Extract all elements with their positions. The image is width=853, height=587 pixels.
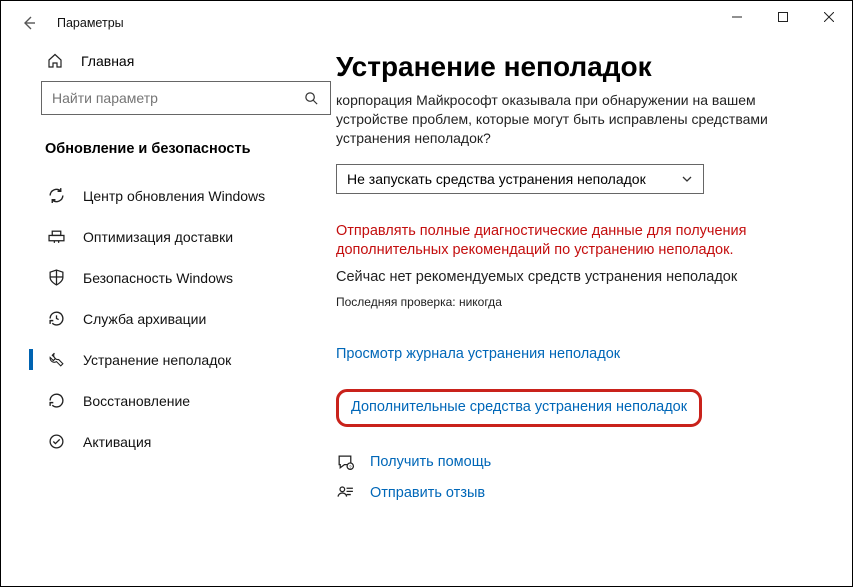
troubleshoot-mode-dropdown[interactable]: Не запускать средства устранения неполад… <box>336 164 704 194</box>
get-help-link[interactable]: Получить помощь <box>370 454 491 470</box>
search-input[interactable] <box>52 90 304 106</box>
home-nav[interactable]: Главная <box>41 45 301 81</box>
close-button[interactable] <box>806 1 852 33</box>
intro-text: корпорация Майкрософт оказывала при обна… <box>336 91 812 148</box>
sidebar-item-activation[interactable]: Активация <box>41 421 301 462</box>
home-icon <box>47 53 63 69</box>
sidebar-item-security[interactable]: Безопасность Windows <box>41 257 301 298</box>
last-check-text: Последняя проверка: никогда <box>336 295 812 309</box>
home-label: Главная <box>81 53 134 69</box>
backup-icon <box>47 310 65 327</box>
page-heading: Устранение неполадок <box>336 51 812 83</box>
sidebar-item-label: Центр обновления Windows <box>83 188 265 204</box>
feedback-icon <box>336 484 356 503</box>
sidebar-item-windows-update[interactable]: Центр обновления Windows <box>41 175 301 216</box>
chevron-down-icon <box>681 173 693 185</box>
sidebar-section-title: Обновление и безопасность <box>41 141 301 157</box>
recovery-icon <box>47 392 65 409</box>
window-title: Параметры <box>57 16 124 30</box>
dropdown-value: Не запускать средства устранения неполад… <box>347 171 646 187</box>
diagnostic-warning: Отправлять полные диагностические данные… <box>336 222 812 261</box>
sidebar-item-label: Устранение неполадок <box>83 352 231 368</box>
troubleshoot-icon <box>47 351 65 368</box>
sidebar-item-troubleshoot[interactable]: Устранение неполадок <box>41 339 301 380</box>
sidebar-item-label: Активация <box>83 434 151 450</box>
svg-text:?: ? <box>349 464 352 470</box>
sidebar-item-delivery[interactable]: Оптимизация доставки <box>41 216 301 257</box>
sidebar-item-backup[interactable]: Служба архивации <box>41 298 301 339</box>
sidebar-item-label: Оптимизация доставки <box>83 229 233 245</box>
sidebar-item-label: Безопасность Windows <box>83 270 233 286</box>
highlight-annotation: Дополнительные средства устранения непол… <box>336 389 702 427</box>
sidebar-item-recovery[interactable]: Восстановление <box>41 380 301 421</box>
search-input-container[interactable] <box>41 81 331 115</box>
activation-icon <box>47 433 65 450</box>
back-button[interactable] <box>19 13 39 33</box>
maximize-button[interactable] <box>760 1 806 33</box>
no-recommendations-text: Сейчас нет рекомендуемых средств устране… <box>336 269 812 285</box>
sidebar-item-label: Служба архивации <box>83 311 206 327</box>
history-link[interactable]: Просмотр журнала устранения неполадок <box>336 346 620 362</box>
feedback-link[interactable]: Отправить отзыв <box>370 485 485 501</box>
sync-icon <box>47 187 65 204</box>
minimize-button[interactable] <box>714 1 760 33</box>
additional-troubleshooters-link[interactable]: Дополнительные средства устранения непол… <box>351 399 687 415</box>
sidebar-item-label: Восстановление <box>83 393 190 409</box>
shield-icon <box>47 269 65 286</box>
help-icon: ? <box>336 453 356 472</box>
delivery-icon <box>47 228 65 245</box>
